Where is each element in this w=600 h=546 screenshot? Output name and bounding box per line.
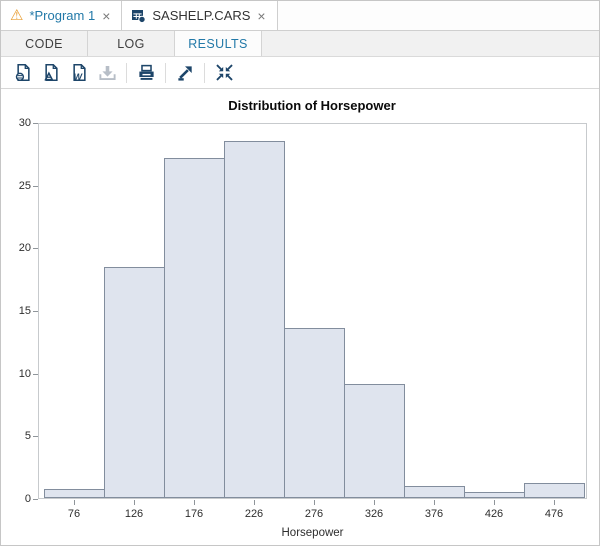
tab-log[interactable]: LOG: [88, 31, 175, 56]
x-tick-label: 76: [68, 508, 80, 520]
x-tick-mark: [74, 500, 75, 505]
collapse-view-button[interactable]: [210, 60, 238, 86]
y-tick-label: 25: [1, 179, 31, 193]
histogram-bar-376: [404, 486, 465, 498]
download-pdf-button[interactable]: [37, 60, 65, 86]
download-button-disabled[interactable]: [93, 60, 121, 86]
x-tick-mark: [194, 500, 195, 505]
print-button[interactable]: [132, 60, 160, 86]
results-chart: Distribution of Horsepower 051015202530 …: [1, 89, 600, 546]
tab-program-1-label: *Program 1: [29, 8, 95, 23]
x-tick-mark: [314, 500, 315, 505]
x-tick-mark: [374, 500, 375, 505]
x-tick-mark: [254, 500, 255, 505]
y-tick-mark: [33, 311, 38, 312]
download-html-icon: [14, 63, 33, 82]
x-tick-label: 376: [425, 508, 443, 520]
x-axis-title: Horsepower: [38, 527, 587, 539]
y-tick-mark: [33, 436, 38, 437]
results-toolbar: W: [1, 57, 599, 89]
y-tick-label: 0: [1, 492, 31, 506]
x-tick-label: 226: [245, 508, 263, 520]
toolbar-separator: [204, 63, 205, 83]
histogram-bar-426: [464, 492, 525, 498]
histogram-bar-126: [104, 267, 165, 498]
x-tick-mark: [554, 500, 555, 505]
download-icon: [98, 63, 117, 82]
tab-sashelp-cars[interactable]: SASHELP.CARS ×: [122, 1, 277, 30]
y-tick-mark: [33, 186, 38, 187]
y-tick-mark: [33, 374, 38, 375]
y-tick-label: 15: [1, 304, 31, 318]
open-in-new-window-button[interactable]: [171, 60, 199, 86]
tab-results[interactable]: RESULTS: [175, 31, 262, 56]
x-tick-mark: [434, 500, 435, 505]
x-tick-mark: [494, 500, 495, 505]
print-icon: [137, 63, 156, 82]
document-tab-bar: ⚠ *Program 1 × SASHELP.CARS ×: [1, 1, 599, 31]
table-icon: [131, 8, 146, 23]
sas-studio-window: ⚠ *Program 1 × SASHELP.CARS × CODE LOG R…: [0, 0, 600, 546]
view-tab-bar: CODE LOG RESULTS: [1, 31, 599, 57]
close-tab-sashelp-cars-icon[interactable]: ×: [256, 7, 266, 25]
y-tick-mark: [33, 123, 38, 124]
y-tick-label: 5: [1, 429, 31, 443]
y-tick-label: 10: [1, 367, 31, 381]
x-tick-label: 126: [125, 508, 143, 520]
download-html-button[interactable]: [9, 60, 37, 86]
y-tick-label: 30: [1, 116, 31, 130]
tab-code[interactable]: CODE: [1, 31, 88, 56]
x-tick-mark: [134, 500, 135, 505]
histogram-bar-476: [524, 483, 585, 498]
histogram-plot-area: [38, 123, 587, 499]
histogram-bar-76: [44, 489, 105, 498]
close-tab-program-1-icon[interactable]: ×: [101, 7, 111, 25]
x-tick-label: 326: [365, 508, 383, 520]
x-tick-label: 426: [485, 508, 503, 520]
histogram-bar-326: [344, 384, 405, 498]
download-pdf-icon: [42, 63, 61, 82]
x-tick-label: 476: [545, 508, 563, 520]
x-tick-label: 276: [305, 508, 323, 520]
open-new-window-icon: [176, 63, 195, 82]
tab-sashelp-cars-label: SASHELP.CARS: [152, 8, 250, 23]
x-tick-label: 176: [185, 508, 203, 520]
download-rtf-button[interactable]: W: [65, 60, 93, 86]
y-tick-mark: [33, 499, 38, 500]
chart-title: Distribution of Horsepower: [1, 98, 600, 113]
toolbar-separator: [165, 63, 166, 83]
histogram-bar-176: [164, 158, 225, 498]
collapse-icon: [215, 63, 234, 82]
warning-icon: ⚠: [10, 8, 23, 23]
download-word-icon: W: [70, 63, 89, 82]
histogram-bar-276: [284, 328, 345, 498]
tab-program-1[interactable]: ⚠ *Program 1 ×: [1, 1, 122, 30]
histogram-bar-226: [224, 141, 285, 498]
y-tick-mark: [33, 248, 38, 249]
y-tick-label: 20: [1, 241, 31, 255]
toolbar-separator: [126, 63, 127, 83]
